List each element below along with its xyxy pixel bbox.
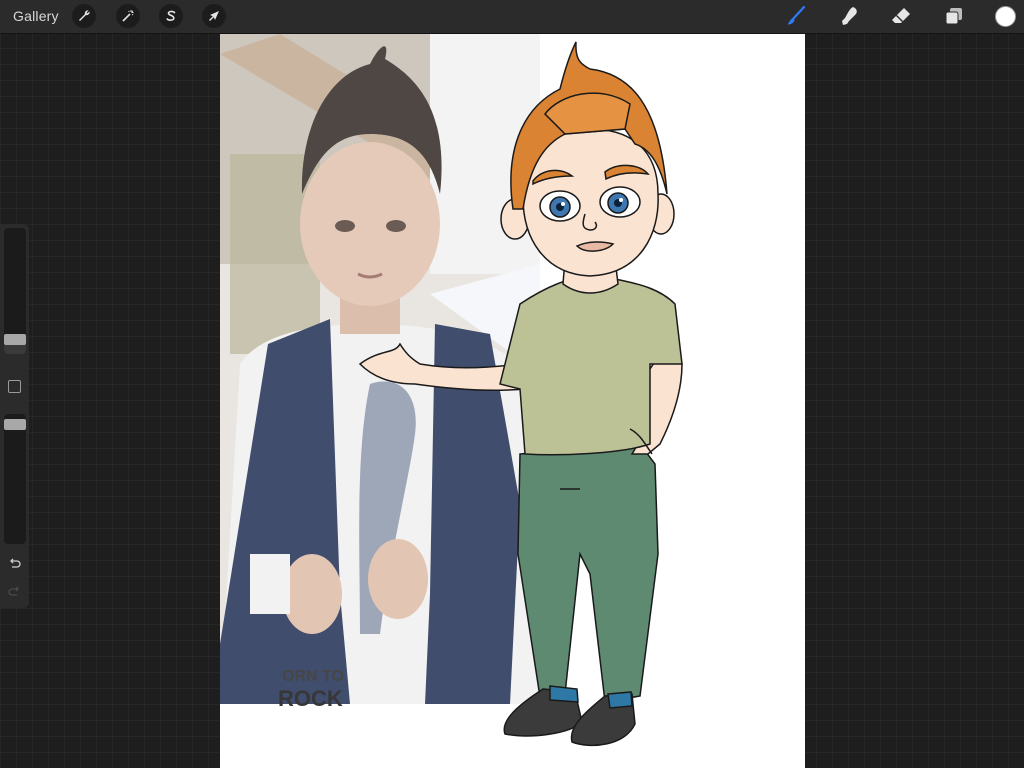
smudge-finger-icon [842, 7, 857, 25]
undo-button[interactable] [7, 556, 22, 571]
color-picker-button[interactable] [995, 6, 1016, 27]
transform-button[interactable] [202, 4, 226, 28]
redo-icon [8, 586, 19, 596]
layers-button[interactable] [943, 5, 965, 27]
magic-wand-icon [122, 10, 134, 22]
shirt-print-text: ORN TO [282, 668, 344, 685]
smudge-button[interactable] [838, 5, 860, 27]
top-toolbar: Gallery [0, 0, 1024, 34]
brush-button[interactable] [785, 5, 807, 27]
redo-button[interactable] [7, 584, 22, 599]
adjustments-button[interactable] [116, 4, 140, 28]
wrench-icon [79, 10, 90, 21]
eraser-button[interactable] [890, 5, 912, 27]
shirt-print-text-2: ROCK [278, 686, 343, 711]
left-sidebar [0, 224, 29, 608]
brush-size-thumb[interactable] [4, 334, 26, 345]
undo-icon [10, 558, 21, 568]
actions-button[interactable] [72, 4, 96, 28]
layers-icon [945, 8, 962, 25]
selection-button[interactable] [159, 4, 183, 28]
gallery-button[interactable]: Gallery [13, 8, 59, 24]
brush-icon [787, 5, 806, 25]
arrow-cursor-icon [209, 11, 219, 21]
modify-button[interactable] [8, 380, 21, 393]
opacity-thumb[interactable] [4, 419, 26, 430]
selection-s-icon [166, 10, 176, 21]
canvas-artwork: ORN TO ROCK [220, 34, 683, 747]
brush-size-slider[interactable] [4, 228, 26, 354]
opacity-slider[interactable] [4, 414, 26, 544]
drawing-canvas[interactable]: ORN TO ROCK [220, 34, 805, 768]
eraser-icon [892, 8, 910, 23]
